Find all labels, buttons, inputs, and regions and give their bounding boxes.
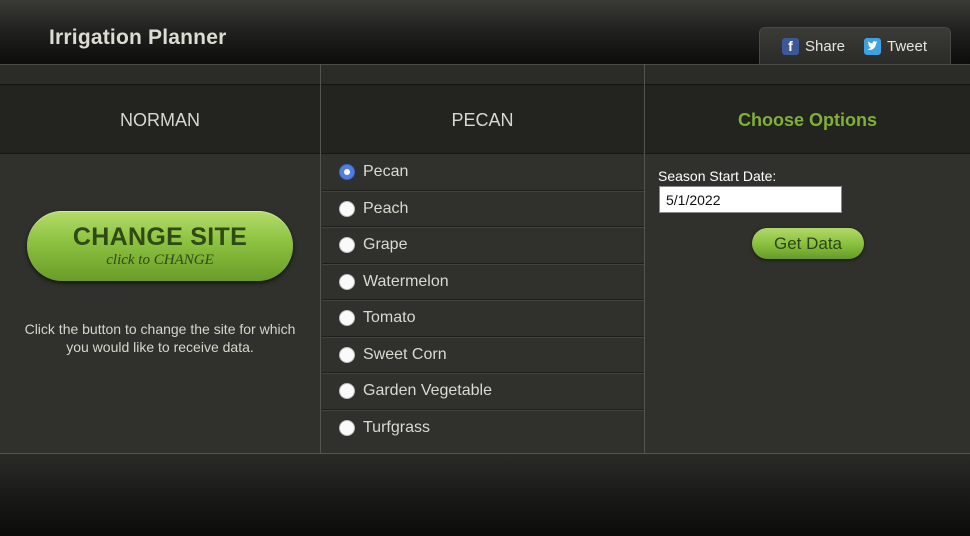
- season-start-date-input[interactable]: [659, 186, 842, 213]
- social-tab: f Share Tweet: [759, 27, 951, 64]
- crop-label: Garden Vegetable: [363, 382, 492, 400]
- radio-unselected[interactable]: [339, 273, 355, 290]
- facebook-icon: f: [782, 38, 799, 55]
- top-bar: Irrigation Planner f Share Tweet: [0, 0, 970, 64]
- crop-option[interactable]: Watermelon: [322, 263, 644, 300]
- column-divider: [320, 64, 321, 453]
- change-site-button[interactable]: CHANGE SITE click to CHANGE: [27, 211, 293, 281]
- tweet-label: Tweet: [887, 38, 928, 55]
- radio-unselected[interactable]: [339, 383, 355, 400]
- radio-selected[interactable]: [339, 163, 355, 180]
- footer-bar: [0, 453, 970, 536]
- crop-label: Sweet Corn: [363, 345, 447, 363]
- get-data-button[interactable]: Get Data: [752, 228, 864, 259]
- choose-options-heading: Choose Options: [738, 109, 877, 130]
- change-site-subtitle: click to CHANGE: [106, 252, 214, 268]
- change-site-title: CHANGE SITE: [72, 223, 248, 251]
- share-label: Share: [805, 38, 846, 55]
- crop-option[interactable]: Sweet Corn: [322, 336, 644, 373]
- tweet-button[interactable]: Tweet: [864, 38, 927, 55]
- share-button[interactable]: f Share: [782, 38, 845, 55]
- column-header-row: NORMAN PECAN Choose Options: [0, 84, 970, 154]
- app-window: Irrigation Planner f Share Tweet NORMAN …: [0, 0, 970, 536]
- change-site-help-text: Click the button to change the site for …: [24, 321, 296, 355]
- crop-label: Grape: [363, 236, 408, 254]
- crop-option[interactable]: Tomato: [322, 300, 644, 337]
- season-start-label: Season Start Date:: [658, 168, 777, 184]
- radio-unselected[interactable]: [339, 420, 355, 437]
- twitter-icon: [864, 38, 881, 55]
- crop-label: Peach: [363, 199, 409, 217]
- crop-name-heading: PECAN: [451, 109, 514, 130]
- radio-unselected[interactable]: [339, 346, 355, 363]
- column-divider: [644, 64, 645, 453]
- crop-option[interactable]: Peach: [322, 190, 644, 227]
- radio-unselected[interactable]: [339, 200, 355, 217]
- site-name-heading: NORMAN: [120, 109, 200, 130]
- crop-label: Turfgrass: [363, 419, 430, 437]
- crop-option[interactable]: Turfgrass: [322, 409, 644, 447]
- radio-unselected[interactable]: [339, 310, 355, 327]
- app-title: Irrigation Planner: [49, 26, 227, 49]
- crop-option[interactable]: Garden Vegetable: [322, 373, 644, 410]
- radio-unselected[interactable]: [339, 237, 355, 254]
- top-strip: [0, 64, 970, 85]
- crop-label: Pecan: [363, 162, 409, 180]
- crop-label: Tomato: [363, 309, 416, 327]
- crop-radio-list: Pecan Peach Grape Watermelon Tomato Swee…: [322, 154, 644, 446]
- crop-label: Watermelon: [363, 272, 449, 290]
- crop-option[interactable]: Pecan: [322, 154, 644, 191]
- crop-option[interactable]: Grape: [322, 227, 644, 264]
